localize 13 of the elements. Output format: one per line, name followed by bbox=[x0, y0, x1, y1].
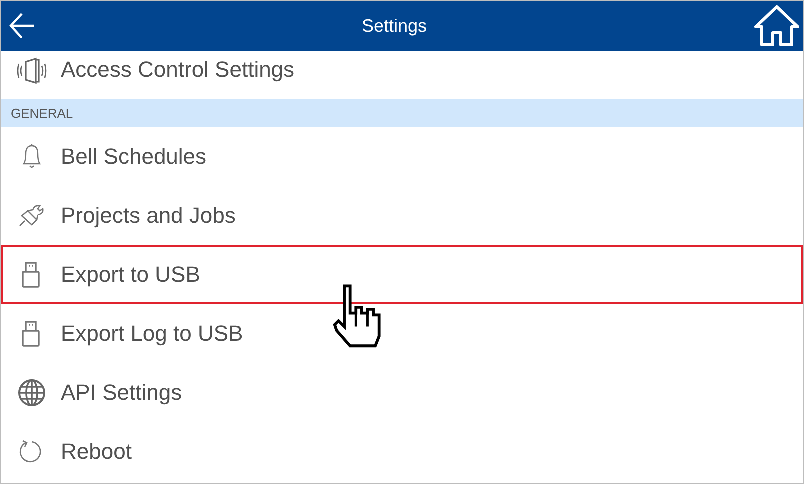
settings-item[interactable]: Projects and Jobs bbox=[1, 186, 803, 245]
settings-item[interactable]: API Settings bbox=[1, 363, 803, 422]
settings-item[interactable]: Export Log to USB bbox=[1, 304, 803, 363]
globe-icon bbox=[17, 378, 47, 408]
section-header: GENERAL bbox=[1, 99, 803, 127]
home-icon[interactable] bbox=[754, 5, 800, 47]
door-icon bbox=[17, 57, 47, 87]
settings-item[interactable]: Export to USB bbox=[1, 245, 803, 304]
settings-item[interactable]: Reboot bbox=[1, 422, 803, 481]
screen-title: Settings bbox=[362, 16, 428, 36]
back-icon[interactable] bbox=[9, 12, 35, 40]
settings-item[interactable]: Access Control Settings bbox=[1, 51, 803, 97]
settings-item[interactable]: Bell Schedules bbox=[1, 127, 803, 186]
